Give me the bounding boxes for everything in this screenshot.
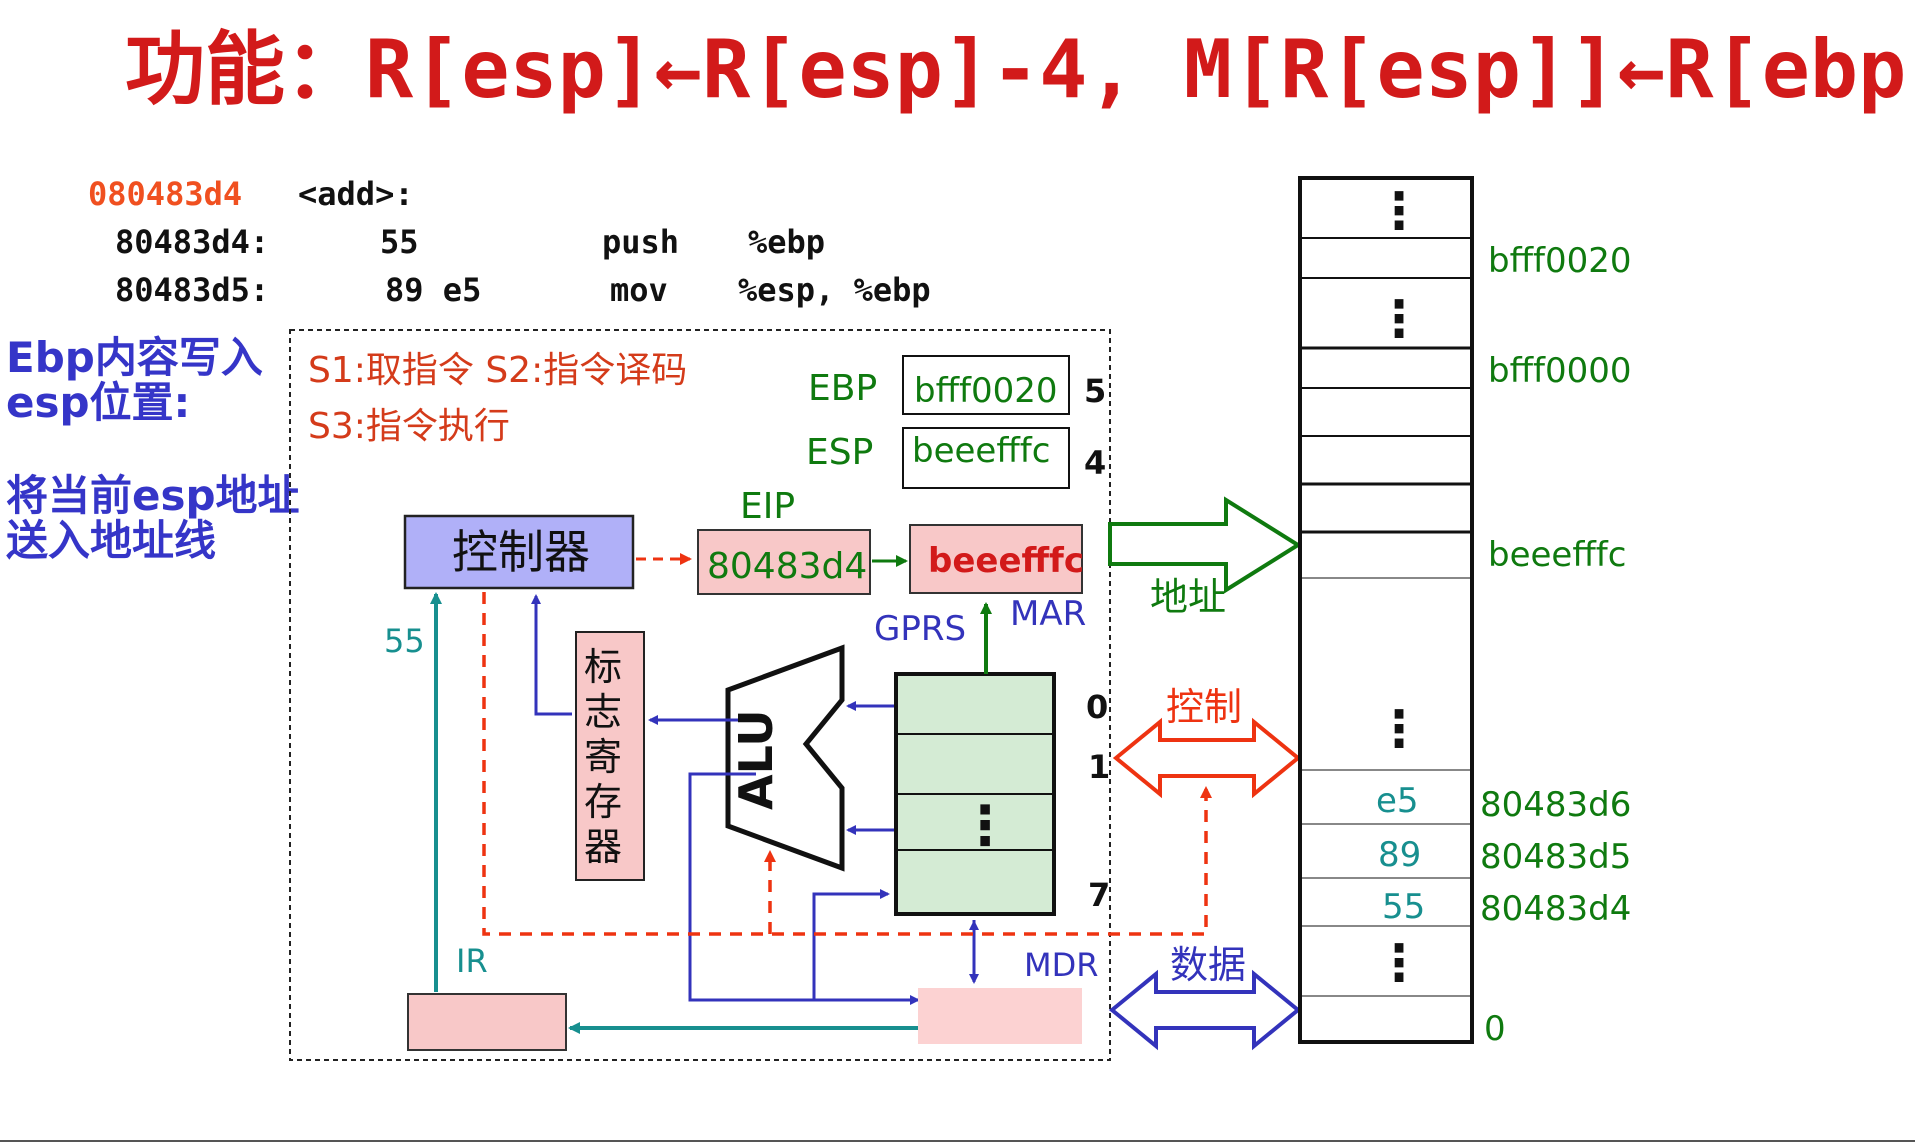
memory-ellipsis-lower: ⋮ (1374, 934, 1424, 992)
ebp-index: 5 (1084, 372, 1106, 410)
cpu-steps-line1: S1:取指令 S2:指令译码 (308, 350, 687, 391)
esp-label: ESP (806, 432, 873, 473)
mem-addr-beeefffc: beeefffc (1488, 535, 1626, 575)
flags-char-3: 寄 (584, 735, 622, 779)
memory-ellipsis-middle: ⋮ (1374, 700, 1424, 758)
cpu-memory-diagram: S1:取指令 S2:指令译码 S3:指令执行 EBP bfff0020 5 ES… (0, 176, 1915, 1142)
mem-addr-bfff0000: bfff0000 (1488, 351, 1632, 391)
mem-addr-80483d5: 80483d5 (1480, 837, 1631, 877)
eip-value: 80483d4 (707, 546, 867, 587)
control-bus-label: 控制 (1166, 685, 1242, 729)
gpr-index-7: 7 (1088, 876, 1110, 914)
flags-char-5: 器 (584, 825, 622, 869)
flags-to-controller-arrow (531, 594, 572, 716)
ebp-value: bfff0020 (914, 371, 1058, 411)
flags-char-4: 存 (584, 780, 622, 824)
alu-label: ALU (729, 709, 783, 810)
mdr-to-gpr-path (812, 889, 890, 1000)
ir-label: IR (456, 942, 488, 980)
diagram-stage: { "title": {"prefix": "功能：", "formula": … (0, 0, 1915, 1143)
mar-value: beeefffc (928, 541, 1084, 581)
memory-cell-e5: e5 (1376, 781, 1419, 821)
flags-char-2: 志 (584, 690, 622, 734)
mdr-label: MDR (1024, 946, 1098, 984)
ir-input-value: 55 (384, 622, 425, 660)
ir-register (407, 993, 567, 1051)
ebp-label: EBP (808, 368, 877, 409)
gprs-ellipsis: ⋮ (958, 794, 1012, 857)
cpu-steps-line2: S3:指令执行 (308, 406, 510, 447)
mem-addr-zero: 0 (1484, 1009, 1506, 1049)
memory-ellipsis-upper: ⋮ (1374, 290, 1424, 348)
control-bus-arrow (1112, 717, 1302, 799)
eip-label: EIP (740, 486, 795, 527)
memory-cell-55: 55 (1382, 887, 1425, 927)
memory-ellipsis-top: ⋮ (1374, 182, 1424, 240)
esp-value: beeefffc (912, 431, 1050, 471)
address-bus-label: 地址 (1150, 575, 1226, 619)
esp-index: 4 (1084, 444, 1106, 482)
data-bus-label: 数据 (1170, 943, 1246, 987)
mar-label: MAR (1010, 594, 1086, 634)
memory-cell-89: 89 (1378, 835, 1421, 875)
mem-addr-80483d6: 80483d6 (1480, 785, 1631, 825)
flags-char-1: 标 (584, 645, 622, 689)
mem-addr-bfff0020: bfff0020 (1488, 241, 1632, 281)
gprs-label: GPRS (874, 609, 966, 649)
mem-addr-80483d4: 80483d4 (1480, 889, 1631, 929)
controller-label: 控制器 (452, 525, 590, 579)
gpr-index-0: 0 (1086, 688, 1108, 726)
mdr-register (918, 988, 1082, 1044)
gpr-index-1: 1 (1088, 748, 1110, 786)
